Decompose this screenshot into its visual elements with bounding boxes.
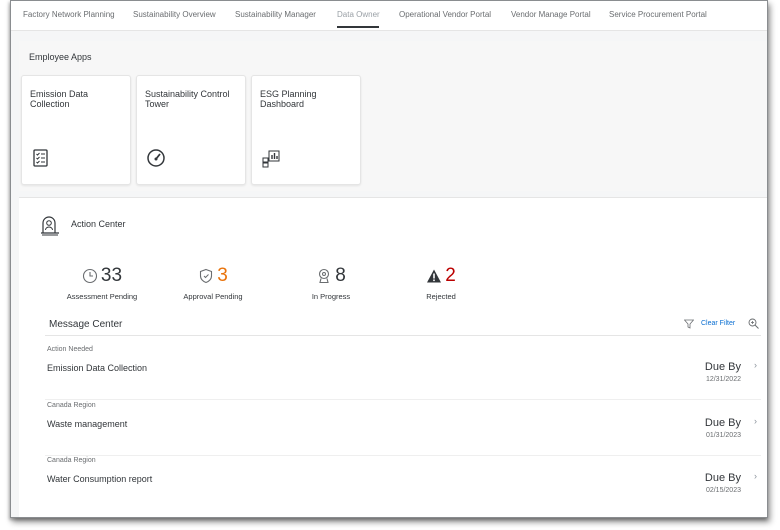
tile-emission-data-collection[interactable]: Emission Data Collection: [21, 75, 131, 185]
message-name: Water Consumption report: [47, 474, 153, 484]
progress-icon: [319, 268, 330, 284]
kpi-label: In Progress: [311, 292, 351, 301]
tile-sustainability-control-tower[interactable]: Sustainability Control Tower: [136, 75, 246, 185]
message-item[interactable]: Canada Region Water Consumption report D…: [45, 457, 761, 511]
gauge-icon: [147, 149, 165, 167]
employee-apps-title: Employee Apps: [29, 52, 92, 62]
tab-sustainability-manager[interactable]: Sustainability Manager: [235, 10, 316, 19]
active-tab-indicator: [337, 26, 379, 28]
divider: [45, 335, 761, 336]
tab-operational-vendor-portal[interactable]: Operational Vendor Portal: [399, 10, 491, 19]
tile-title: Emission Data Collection: [30, 89, 89, 109]
divider: [45, 399, 761, 400]
clear-filter-link[interactable]: Clear Filter: [701, 320, 735, 327]
kpi-label: Assessment Pending: [66, 292, 138, 301]
tab-service-procurement-portal[interactable]: Service Procurement Portal: [609, 10, 707, 19]
filter-icon[interactable]: [684, 319, 694, 329]
shield-icon: [200, 268, 213, 284]
chevron-right-icon: ›: [754, 416, 757, 426]
kpi-approval-pending[interactable]: 3 Approval Pending: [163, 264, 263, 301]
message-name: Waste management: [47, 419, 128, 429]
due-date: 01/31/2023: [705, 432, 741, 439]
message-center-title: Message Center: [49, 319, 123, 330]
action-center-card: Action Center 33 Assessment Pending 3 Ap…: [19, 197, 767, 517]
kpi-value: 33: [100, 265, 123, 286]
action-center-title: Action Center: [71, 219, 126, 229]
due-date: 02/15/2023: [705, 487, 741, 494]
message-name: Emission Data Collection: [47, 363, 148, 373]
kpi-value: 3: [217, 265, 228, 286]
message-item[interactable]: Action Needed Emission Data Collection D…: [45, 346, 761, 400]
due-label: Due By: [704, 417, 741, 429]
due-date: 12/31/2022: [705, 376, 741, 383]
tab-data-owner[interactable]: Data Owner: [337, 10, 380, 19]
tab-sustainability-overview[interactable]: Sustainability Overview: [133, 10, 216, 19]
message-category: Canada Region: [47, 402, 96, 409]
chevron-right-icon: ›: [754, 360, 757, 370]
chevron-right-icon: ›: [754, 471, 757, 481]
tile-title: Sustainability Control Tower: [145, 89, 230, 109]
clock-icon: [82, 268, 97, 284]
tab-vendor-manage-portal[interactable]: Vendor Manage Portal: [511, 10, 591, 19]
kpi-in-progress[interactable]: 8 In Progress: [281, 264, 381, 301]
message-category: Canada Region: [47, 457, 96, 464]
tab-bar: Factory Network Planning Sustainability …: [11, 1, 767, 31]
tile-title: ESG Planning Dashboard: [260, 89, 317, 109]
message-item[interactable]: Canada Region Waste management Due By 01…: [45, 402, 761, 456]
kpi-label: Approval Pending: [183, 292, 243, 301]
due-label: Due By: [704, 472, 741, 484]
zoom-search-icon[interactable]: [748, 318, 759, 329]
kpi-value: 2: [445, 265, 456, 286]
app-frame: Factory Network Planning Sustainability …: [10, 0, 768, 518]
action-center-icon: [41, 216, 59, 236]
kpi-rejected[interactable]: 2 Rejected: [391, 264, 491, 301]
tile-esg-planning-dashboard[interactable]: ESG Planning Dashboard: [251, 75, 361, 185]
divider: [45, 455, 761, 456]
warning-icon: [427, 269, 442, 283]
kpi-label: Rejected: [426, 292, 456, 301]
message-category: Action Needed: [47, 346, 93, 353]
kpi-assessment-pending[interactable]: 33 Assessment Pending: [52, 264, 152, 301]
tab-factory-network-planning[interactable]: Factory Network Planning: [23, 10, 115, 19]
employee-apps-section: Employee Apps Emission Data Collection S…: [19, 41, 767, 191]
due-label: Due By: [704, 361, 741, 373]
dashboard-icon: [262, 150, 280, 168]
kpi-value: 8: [335, 265, 346, 286]
checklist-icon: [33, 149, 48, 167]
